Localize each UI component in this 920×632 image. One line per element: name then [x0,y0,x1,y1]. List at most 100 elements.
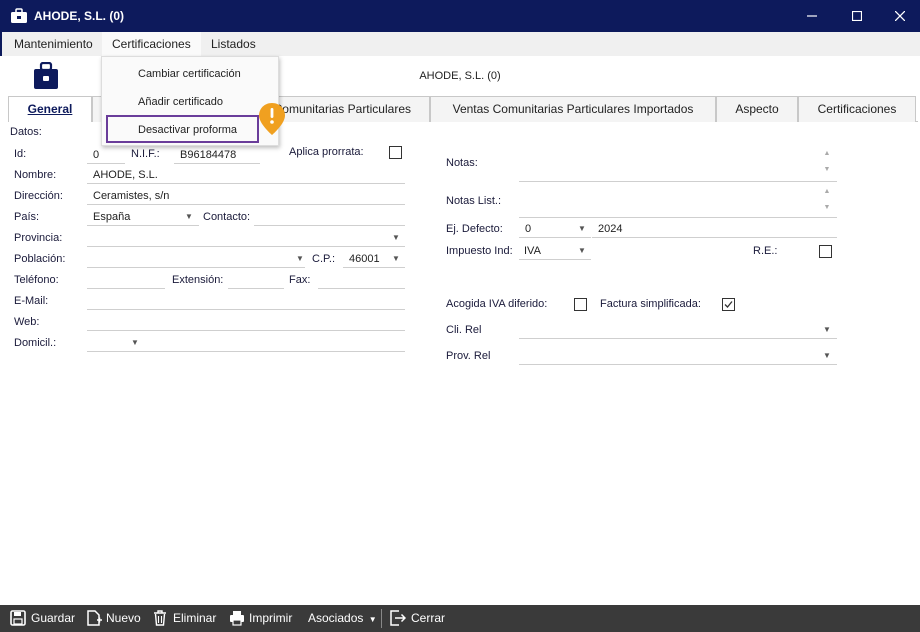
telefono-label: Teléfono: [14,274,59,286]
tab-certificaciones[interactable]: Certificaciones [798,96,916,122]
chevron-down-icon[interactable]: ▼ [822,347,832,365]
fax-field[interactable] [318,271,405,289]
chevron-down-icon[interactable]: ▼ [577,220,587,238]
cerrar-label: Cerrar [411,611,446,625]
minimize-icon [807,15,817,17]
factura-simplificada-checkbox[interactable] [722,298,735,311]
provincia-label: Provincia: [14,232,63,244]
imprimir-label: Imprimir [249,611,293,625]
new-document-icon [87,610,102,626]
window-title: AHODE, S.L. (0) [34,9,125,23]
factura-simplificada-label: Factura simplificada: [600,298,701,310]
menu-cambiar-certificacion[interactable]: Cambiar certificación [102,61,280,87]
cerrar-button[interactable]: Cerrar [390,605,446,632]
prov-rel-select[interactable] [519,347,837,365]
direccion-field[interactable]: Ceramistes, s/n [87,187,405,205]
re-checkbox[interactable] [819,245,832,258]
aplica-prorrata-checkbox[interactable] [389,146,402,159]
cp-label: C.P.: [312,253,336,265]
chevron-down-icon[interactable]: ▼ [391,229,401,247]
ej-defecto-year: 2024 [592,220,837,238]
contacto-label: Contacto: [203,211,251,223]
printer-icon [230,611,244,626]
menu-bar: Mantenimiento Certificaciones Listados [0,32,920,56]
re-label: R.E.: [753,245,778,257]
email-field[interactable] [87,292,405,310]
cli-rel-select[interactable] [519,321,837,339]
save-icon [10,610,26,626]
eliminar-button[interactable]: Eliminar [153,605,219,632]
guardar-label: Guardar [31,611,76,625]
highlight-box [106,115,259,143]
notas-list-field[interactable] [519,184,837,218]
poblacion-label: Población: [14,253,66,265]
nuevo-label: Nuevo [106,611,141,625]
maximize-icon [851,10,863,22]
notas-field[interactable] [519,146,837,182]
nif-field[interactable]: B96184478 [174,146,260,164]
provincia-select[interactable] [87,229,405,247]
web-label: Web: [14,316,40,328]
prov-rel-label: Prov. Rel [446,350,491,362]
chevron-down-icon[interactable]: ▼ [130,334,140,352]
acogida-checkbox[interactable] [574,298,587,311]
notas-list-label: Notas List.: [446,195,502,207]
telefono-field[interactable] [87,271,165,289]
guardar-button[interactable]: Guardar [10,605,76,632]
web-field[interactable] [87,313,405,331]
poblacion-select[interactable] [87,250,305,268]
tab-general[interactable]: General [8,96,92,123]
chevron-down-icon[interactable]: ▼ [391,250,401,268]
pais-label: País: [14,211,40,223]
nuevo-button[interactable]: Nuevo [86,605,144,632]
caret-down-icon: ▼ [368,615,377,624]
tab-aspecto[interactable]: Aspecto [716,96,798,122]
chevron-down-icon[interactable]: ▼ [577,242,587,260]
title-bar: AHODE, S.L. (0) [0,0,920,32]
tab-ventas-comunitarias[interactable]: Ventas Comunitarias Particulares Importa… [430,96,716,122]
close-button[interactable] [882,0,918,32]
imprimir-button[interactable]: Imprimir [229,605,297,632]
chevron-down-icon[interactable]: ▼ [295,250,305,268]
general-panel: Datos: Id: 0 N.I.F.: B96184478 Aplica pr… [8,122,918,605]
chevron-down-icon[interactable]: ▼ [822,321,832,339]
toolbar-separator [381,609,382,628]
warning-icon [259,103,285,135]
eliminar-label: Eliminar [173,611,217,625]
asociados-button[interactable]: Asociados ▼ [308,605,377,632]
aplica-prorrata-label: Aplica prorrata: [289,146,364,158]
menu-certificaciones[interactable]: Certificaciones [102,32,201,56]
exit-icon [390,610,406,626]
nif-label: N.I.F.: [131,148,160,160]
chevron-down-icon[interactable]: ▼ [184,208,194,226]
briefcase-icon [11,8,27,23]
contacto-field[interactable] [254,208,405,226]
email-label: E-Mail: [14,295,49,307]
datos-label: Datos: [10,126,42,138]
minimize-button[interactable] [794,0,830,32]
acogida-label: Acogida IVA diferido: [446,298,548,310]
id-field[interactable]: 0 [87,146,125,164]
menu-listados[interactable]: Listados [201,32,266,56]
asociados-label: Asociados [308,611,364,625]
maximize-button[interactable] [839,0,875,32]
trash-icon [154,610,166,626]
pais-select[interactable]: España [87,208,199,226]
nombre-field[interactable]: AHODE, S.L. [87,166,405,184]
fax-label: Fax: [289,274,311,286]
notas-list-scroll[interactable]: ▲ ▼ [822,184,832,216]
id-label: Id: [14,148,27,160]
notas-label: Notas: [446,157,478,169]
notas-scroll[interactable]: ▲ ▼ [822,146,832,178]
domicil-label: Domicil.: [14,337,57,349]
extension-field[interactable] [228,271,284,289]
direccion-label: Dirección: [14,190,63,202]
checkmark-icon [724,301,733,308]
impuesto-label: Impuesto Ind: [446,245,513,257]
cli-rel-label: Cli. Rel [446,324,482,336]
menu-mantenimiento[interactable]: Mantenimiento [4,32,103,56]
extension-label: Extensión: [172,274,224,286]
nombre-label: Nombre: [14,169,57,181]
bottom-toolbar: Guardar Nuevo Eliminar Imprimir Asociado… [0,605,920,632]
menu-anadir-certificado[interactable]: Añadir certificado [102,89,280,115]
